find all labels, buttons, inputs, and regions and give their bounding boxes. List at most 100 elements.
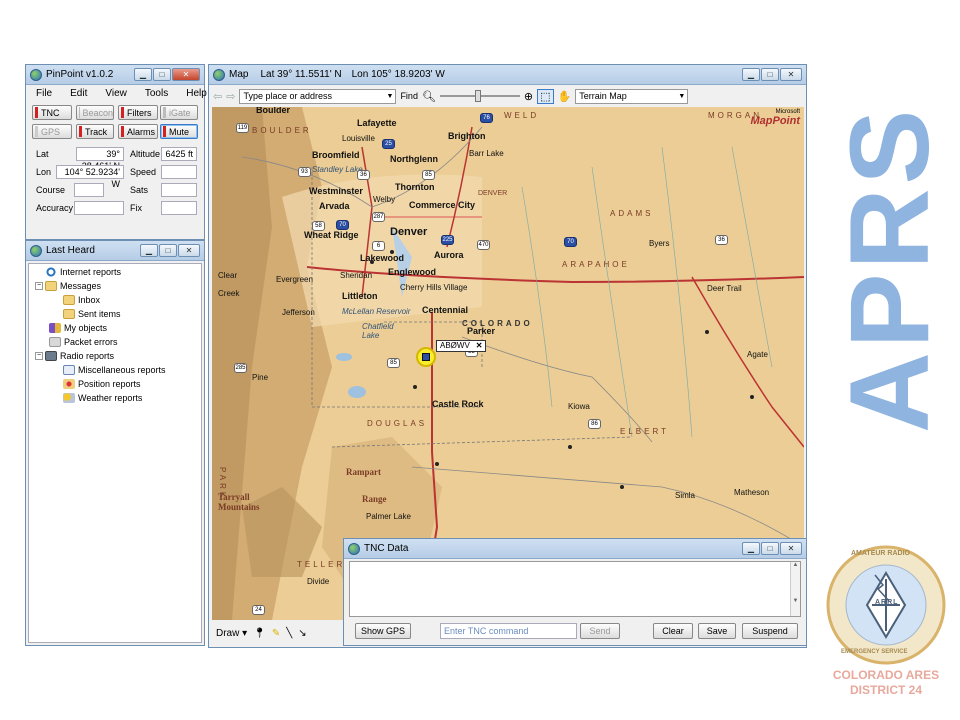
close-button[interactable]: ✕: [780, 542, 802, 555]
menu-tools[interactable]: Tools: [145, 88, 168, 99]
save-button[interactable]: Save: [698, 623, 736, 639]
map-titlebar[interactable]: Map Lat 39° 11.5511' N Lon 105° 18.9203'…: [209, 65, 806, 85]
status-led-icon: [121, 126, 124, 137]
speed-value: [161, 165, 197, 179]
maximize-button[interactable]: □: [761, 68, 779, 81]
tree-label: Position reports: [78, 379, 141, 389]
close-button[interactable]: ✕: [172, 68, 200, 81]
minimize-button[interactable]: ▁: [134, 68, 152, 81]
pinpoint-titlebar[interactable]: PinPoint v1.0.2 ▁ □ ✕: [26, 65, 204, 85]
caption-line1: COLORADO ARES: [832, 668, 940, 682]
select-tool-icon[interactable]: ⬚: [537, 88, 554, 104]
track-button[interactable]: Track: [76, 124, 114, 139]
close-button[interactable]: ✕: [178, 244, 200, 257]
tnc-output[interactable]: ▲ ▼: [349, 561, 801, 617]
maximize-button[interactable]: □: [761, 542, 779, 555]
tree-item-my-objects[interactable]: My objects: [49, 323, 107, 333]
back-arrow-icon[interactable]: ⇦: [213, 90, 222, 103]
menu-file[interactable]: File: [36, 88, 52, 99]
close-button[interactable]: ✕: [780, 68, 802, 81]
zoom-out-icon[interactable]: 🔍︎: [422, 90, 436, 103]
collapse-icon[interactable]: −: [35, 282, 43, 290]
draw-menu[interactable]: Draw ▾: [216, 628, 247, 639]
region-label: BOULDER: [252, 126, 312, 135]
map-lat-readout: Lat 39° 11.5511' N: [260, 69, 342, 80]
gps-button[interactable]: GPS: [32, 124, 72, 139]
lastheard-window: Last Heard ▁ □ ✕ Internet reports − Messa…: [25, 240, 205, 646]
tree-item-inbox[interactable]: Inbox: [63, 295, 100, 305]
status-led-icon: [79, 126, 82, 137]
app-globe-icon: [348, 542, 360, 555]
menu-help[interactable]: Help: [186, 88, 207, 99]
city-label: Denver: [390, 226, 428, 238]
line-tool-icon[interactable]: ╲: [286, 628, 292, 639]
mute-button[interactable]: Mute: [160, 124, 198, 139]
tree-item-internet-reports[interactable]: Internet reports: [45, 267, 121, 277]
city-label: Thornton: [395, 182, 435, 192]
app-globe-icon: [30, 68, 42, 81]
suspend-button[interactable]: Suspend: [742, 623, 798, 639]
forward-arrow-icon[interactable]: ⇨: [226, 90, 235, 103]
highway-shield: 36: [715, 235, 728, 245]
interstate-shield: 70: [564, 237, 577, 247]
accuracy-label: Accuracy: [36, 203, 74, 213]
minimize-button[interactable]: ▁: [140, 244, 158, 257]
find-button[interactable]: Find: [400, 91, 418, 101]
menu-view[interactable]: View: [105, 88, 127, 99]
arrow-tool-icon[interactable]: ↘: [298, 628, 306, 639]
menu-edit[interactable]: Edit: [70, 88, 87, 99]
maptype-select[interactable]: Terrain Map ▼: [575, 88, 689, 104]
send-button[interactable]: Send: [580, 623, 620, 639]
minimize-button[interactable]: ▁: [742, 542, 760, 555]
tree-item-weather-reports[interactable]: Weather reports: [63, 393, 142, 403]
zoom-in-icon[interactable]: ⊕: [524, 90, 533, 103]
pushpin-tool-icon[interactable]: 📍︎: [253, 628, 266, 639]
city-label: Matheson: [734, 488, 770, 497]
close-label-icon[interactable]: ✕: [476, 341, 483, 351]
filters-button[interactable]: Filters: [118, 105, 158, 120]
highway-shield: 85: [422, 170, 435, 180]
show-gps-button[interactable]: Show GPS: [355, 623, 411, 639]
lastheard-titlebar[interactable]: Last Heard ▁ □ ✕: [26, 241, 204, 261]
search-input[interactable]: Type place or address ▼: [239, 88, 397, 104]
map-toolbar: ⇦ ⇨ Type place or address ▼ Find 🔍︎ ⊕ ⬚ …: [209, 86, 806, 106]
city-label: Arvada: [319, 201, 350, 211]
zoom-slider[interactable]: [439, 90, 520, 102]
highlighter-tool-icon[interactable]: ✎: [272, 628, 280, 639]
tree-item-radio-reports[interactable]: − Radio reports: [35, 351, 114, 361]
clear-button[interactable]: Clear: [653, 623, 693, 639]
dropdown-arrow-icon[interactable]: ▼: [678, 90, 687, 103]
city-label: Broomfield: [312, 150, 360, 160]
scrollbar[interactable]: ▲ ▼: [790, 562, 800, 616]
tnc-button[interactable]: TNC: [32, 105, 72, 120]
app-globe-icon: [30, 244, 42, 257]
alarms-button[interactable]: Alarms: [118, 124, 158, 139]
tnc-titlebar[interactable]: TNC Data ▁ □ ✕: [344, 539, 806, 559]
station-marker-icon[interactable]: [416, 347, 436, 367]
beacon-button[interactable]: Beacon: [76, 105, 114, 120]
tree-item-packet-errors[interactable]: Packet errors: [49, 337, 118, 347]
region-label: DENVER: [478, 190, 508, 197]
tnc-command-input[interactable]: Enter TNC command: [440, 623, 577, 639]
tree-item-sent-items[interactable]: Sent items: [63, 309, 121, 319]
status-led-icon: [163, 126, 166, 137]
drawing-toolbar: Draw ▾ 📍︎ ✎ ╲ ↘: [212, 623, 352, 643]
igate-button[interactable]: iGate: [160, 105, 198, 120]
pan-hand-icon[interactable]: ✋: [558, 90, 572, 103]
tree-item-messages[interactable]: − Messages: [35, 281, 101, 291]
tree-item-misc-reports[interactable]: Miscellaneous reports: [63, 365, 166, 375]
dropdown-arrow-icon[interactable]: ▼: [387, 90, 396, 103]
interstate-shield: 76: [480, 113, 493, 123]
sats-label: Sats: [130, 185, 149, 195]
zoom-thumb[interactable]: [474, 90, 481, 102]
region-label: ADAMS: [610, 209, 654, 218]
search-placeholder: Type place or address: [243, 90, 332, 101]
minimize-button[interactable]: ▁: [742, 68, 760, 81]
highway-shield: 85: [387, 358, 400, 368]
maximize-button[interactable]: □: [159, 244, 177, 257]
collapse-icon[interactable]: −: [35, 352, 43, 360]
station-label[interactable]: ABØWV ✕: [436, 340, 487, 352]
tree-item-position-reports[interactable]: Position reports: [63, 379, 141, 389]
maximize-button[interactable]: □: [153, 68, 171, 81]
lat-value: 39° 28.461' N: [76, 147, 124, 171]
